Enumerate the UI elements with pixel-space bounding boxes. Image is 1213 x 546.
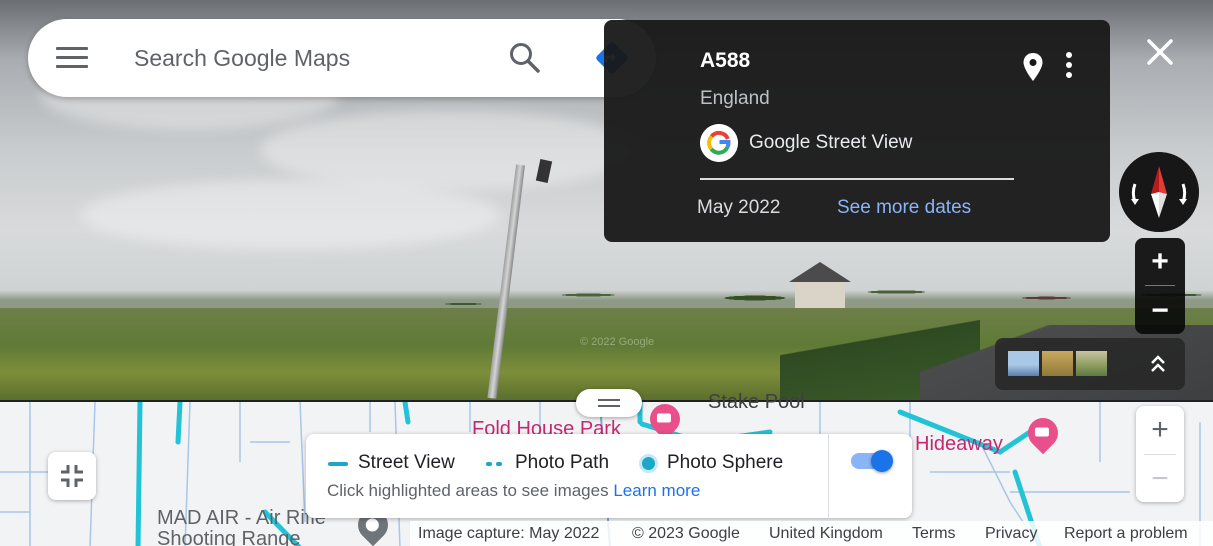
report-problem-link[interactable]: Report a problem — [1064, 525, 1188, 543]
poi-label-hideaway[interactable]: Hideaway — [915, 433, 1003, 456]
legend-label: Street View — [358, 452, 455, 473]
place-region: England — [700, 88, 770, 109]
map-zoom-out-button[interactable]: − — [1136, 455, 1184, 502]
close-icon[interactable] — [1140, 32, 1180, 72]
split-drag-handle[interactable] — [576, 389, 642, 417]
privacy-link[interactable]: Privacy — [985, 525, 1037, 543]
legend-label: Photo Sphere — [667, 452, 784, 473]
dotted-line-icon — [486, 462, 492, 466]
learn-more-link[interactable]: Learn more — [613, 481, 700, 500]
search-icon[interactable] — [508, 41, 542, 75]
exit-fullscreen-icon[interactable] — [48, 452, 96, 500]
double-chevron-up-icon[interactable] — [1145, 351, 1171, 377]
google-logo-icon — [700, 124, 738, 162]
capture-date: May 2022 — [697, 197, 781, 218]
legend-label: Photo Path — [515, 452, 610, 473]
sv-zoom-in-button[interactable]: + — [1135, 238, 1185, 285]
compass-icon[interactable] — [1119, 152, 1199, 232]
hamburger-menu-icon[interactable] — [56, 47, 88, 69]
place-title: A588 — [700, 49, 751, 72]
image-capture-date: Image capture: May 2022 — [418, 525, 600, 542]
map-pin-icon[interactable] — [1022, 52, 1044, 82]
street-view-legend: Street View Photo Path Photo Sphere Clic… — [306, 434, 912, 518]
copyright-text: © 2023 Google — [632, 525, 740, 542]
sv-zoom-out-button[interactable]: − — [1135, 287, 1185, 334]
provider-label: Google Street View — [749, 132, 913, 153]
legend-hint: Click highlighted areas to see images Le… — [327, 481, 700, 501]
legend-divider — [828, 434, 829, 518]
search-box — [28, 19, 656, 97]
thumbnail-2[interactable] — [1042, 351, 1073, 376]
more-options-icon[interactable] — [1062, 52, 1076, 82]
thumbnail-1[interactable] — [1008, 351, 1039, 376]
search-input[interactable] — [134, 41, 494, 75]
map-zoom-in-button[interactable]: + — [1136, 406, 1184, 453]
map-zoom-control: + − — [1136, 406, 1184, 502]
panorama-watermark: © 2022 Google — [580, 336, 655, 348]
terms-link[interactable]: Terms — [912, 525, 956, 543]
street-view-zoom-control: + − — [1135, 238, 1185, 334]
street-view-layer-toggle[interactable] — [849, 450, 895, 472]
solid-line-icon — [328, 462, 348, 466]
map-footer: Image capture: May 2022 © 2023 Google Un… — [410, 521, 1213, 546]
map-place-label-partial[interactable]: Stake Pool — [708, 391, 805, 414]
circle-icon — [639, 454, 658, 473]
region-link[interactable]: United Kingdom — [769, 525, 883, 543]
street-view-info-card: A588 England Google Street View May 2022… — [604, 20, 1110, 242]
thumbnail-3[interactable] — [1076, 351, 1107, 376]
see-more-dates-link[interactable]: See more dates — [837, 197, 971, 219]
photo-thumbnail-strip[interactable] — [995, 338, 1185, 390]
legend-hint-text: Click highlighted areas to see images — [327, 481, 609, 500]
card-divider — [700, 178, 1014, 180]
